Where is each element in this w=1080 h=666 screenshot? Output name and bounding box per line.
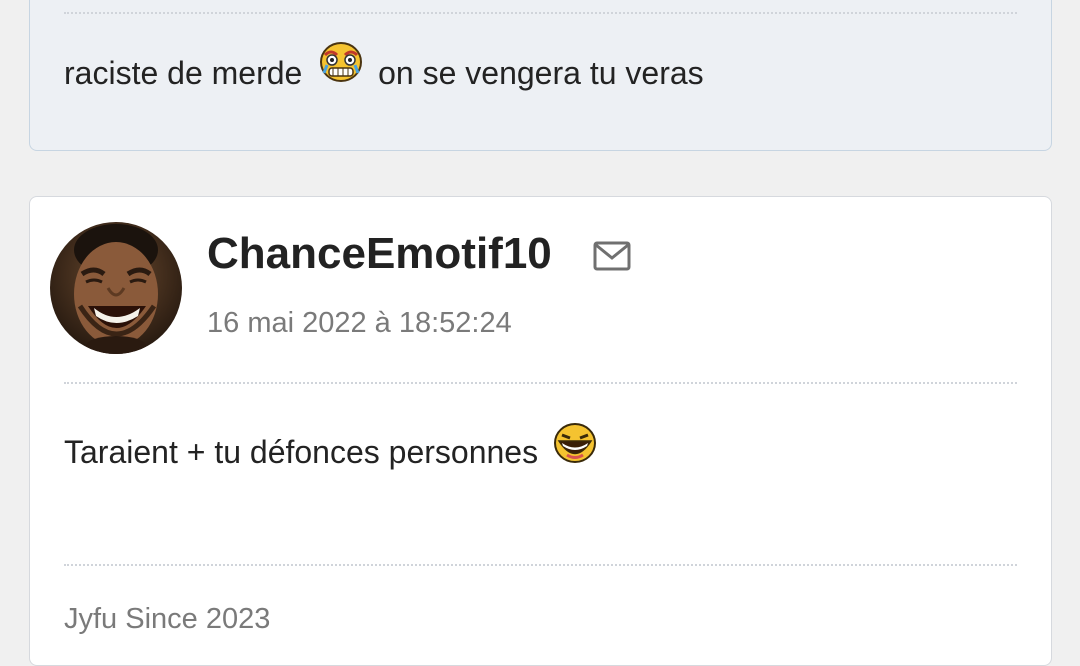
message-text: Taraient + tu défonces personnes: [64, 433, 539, 470]
previous-post-card: raciste de merde on se vengera tu veras: [29, 0, 1052, 151]
user-avatar[interactable]: [50, 222, 182, 354]
post-message: Taraient + tu défonces personnes: [64, 423, 597, 479]
mail-icon[interactable]: [593, 241, 631, 271]
message-text-before: raciste de merde: [64, 54, 303, 91]
post-signature: Jyfu Since 2023: [64, 603, 271, 635]
post-card: ChanceEmotif10 16 mai 2022 à 18:52:24 Ta…: [29, 196, 1052, 666]
post-date: 16 mai 2022 à 18:52:24: [207, 307, 512, 339]
message-text-after: on se vengera tu veras: [378, 54, 704, 91]
divider: [64, 382, 1017, 384]
divider: [64, 12, 1017, 14]
author-name[interactable]: ChanceEmotif10: [207, 229, 552, 279]
angry-crying-smiley-icon: [319, 41, 363, 90]
divider: [64, 564, 1017, 566]
laughing-smiley-icon: [553, 422, 597, 471]
post-message: raciste de merde on se vengera tu veras: [64, 42, 704, 100]
